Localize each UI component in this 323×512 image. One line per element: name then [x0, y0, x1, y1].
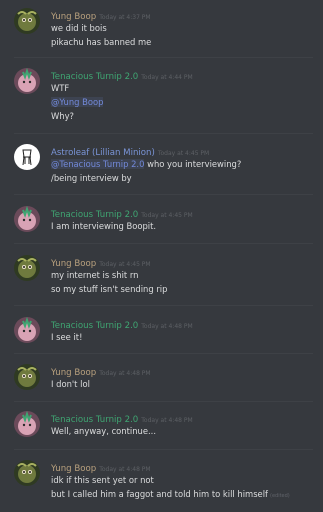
avatar[interactable] — [14, 144, 40, 170]
message-line: Why? — [51, 111, 74, 121]
timestamp: Today at 4:45 PM — [99, 261, 151, 268]
timestamp: Today at 4:48 PM — [141, 417, 193, 424]
chat-message-list[interactable]: Yung Boop Today at 4:37 PM we did it bois… — [0, 0, 323, 512]
message-line: pikachu has banned me — [51, 37, 152, 47]
message-text: but I called him a faggot and told him t… — [51, 489, 268, 499]
message-line: idk if this sent yet or not — [51, 475, 154, 485]
message-line: I am interviewing Boopit. — [51, 221, 157, 231]
author-name[interactable]: Tenacious Turnip 2.0 — [51, 210, 138, 220]
author-name[interactable]: Yung Boop — [51, 259, 96, 269]
message-line: but I called him a faggot and told him t… — [51, 488, 290, 502]
avatar[interactable] — [14, 317, 40, 343]
user-mention[interactable]: @Yung Boop — [51, 97, 104, 107]
message-divider — [14, 133, 313, 134]
message-line: @Yung Boop — [51, 96, 104, 108]
edited-indicator: (edited) — [270, 493, 290, 499]
avatar[interactable] — [14, 8, 40, 34]
user-mention[interactable]: @Tenacious Turnip 2.0 — [51, 159, 145, 169]
message-text: who you interviewing? — [147, 159, 242, 169]
author-name[interactable]: Astroleaf (Lillian Minion) — [51, 148, 155, 158]
message-divider — [14, 194, 313, 195]
timestamp: Today at 4:48 PM — [99, 370, 151, 377]
avatar[interactable] — [14, 411, 40, 437]
author-name[interactable]: Tenacious Turnip 2.0 — [51, 415, 138, 425]
author-name[interactable]: Yung Boop — [51, 368, 96, 378]
message-divider — [14, 305, 313, 306]
message-divider — [14, 57, 313, 58]
message-header: Tenacious Turnip 2.0 Today at 4:44 PM — [51, 68, 193, 84]
message-divider — [14, 353, 313, 354]
timestamp: Today at 4:44 PM — [141, 74, 193, 81]
message-line: my internet is shit rn — [51, 270, 139, 280]
message-line: so my stuff isn't sending rip — [51, 284, 168, 294]
timestamp: Today at 4:37 PM — [99, 14, 151, 21]
avatar[interactable] — [14, 364, 40, 390]
avatar[interactable] — [14, 460, 40, 486]
message-divider — [14, 449, 313, 450]
message-line: I don't lol — [51, 379, 90, 389]
message-line: WTF — [51, 83, 70, 93]
author-name[interactable]: Yung Boop — [51, 464, 96, 474]
message-line: Well, anyway, continue... — [51, 426, 156, 436]
avatar[interactable] — [14, 206, 40, 232]
message-line: we did it bois — [51, 23, 107, 33]
message-line: @Tenacious Turnip 2.0 who you interviewi… — [51, 158, 241, 170]
message-line: /being interview by — [51, 173, 132, 183]
message-line: I see it! — [51, 332, 83, 342]
message-divider — [14, 243, 313, 244]
author-name[interactable]: Tenacious Turnip 2.0 — [51, 72, 138, 82]
timestamp: Today at 4:48 PM — [141, 323, 193, 330]
avatar[interactable] — [14, 255, 40, 281]
timestamp: Today at 4:48 PM — [99, 466, 151, 473]
avatar[interactable] — [14, 68, 40, 94]
author-name[interactable]: Yung Boop — [51, 12, 96, 22]
timestamp: Today at 4:45 PM — [157, 150, 210, 157]
author-name[interactable]: Tenacious Turnip 2.0 — [51, 321, 138, 331]
message-divider — [14, 401, 313, 402]
timestamp: Today at 4:45 PM — [141, 212, 193, 219]
